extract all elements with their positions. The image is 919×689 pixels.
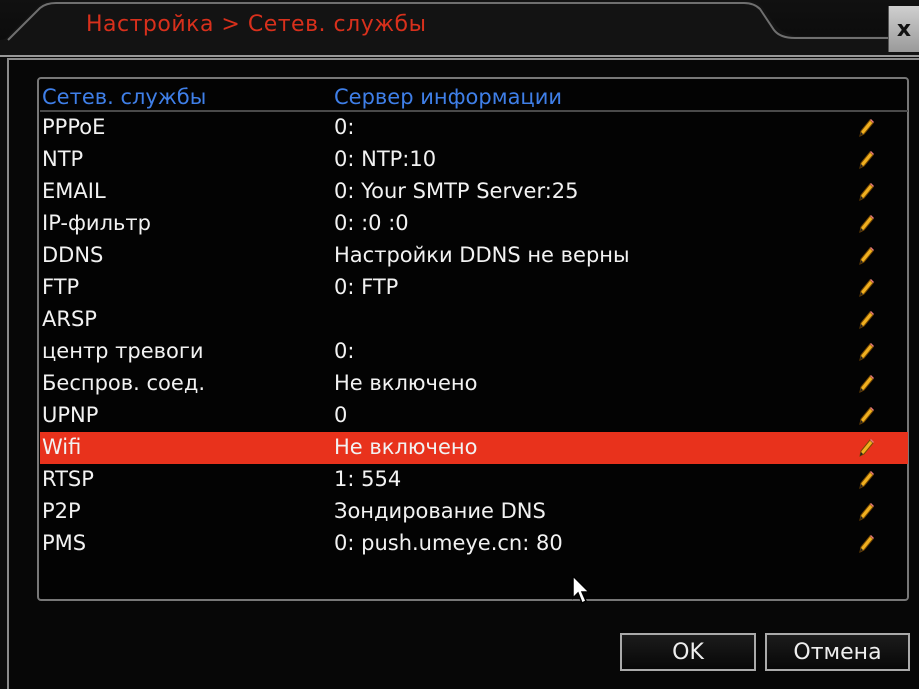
pencil-icon[interactable] (857, 502, 875, 522)
table-row[interactable]: DDNS Настройки DDNS не верны (40, 240, 908, 272)
service-name: ARSP (42, 307, 97, 331)
table-row[interactable]: NTP 0: NTP:10 (40, 144, 908, 176)
table-row[interactable]: FTP 0: FTP (40, 272, 908, 304)
service-name: FTP (42, 275, 80, 299)
cancel-button[interactable]: Отмена (765, 633, 910, 671)
service-name: центр тревоги (42, 339, 204, 363)
table-row[interactable]: центр тревоги 0: (40, 336, 908, 368)
service-name: NTP (42, 147, 84, 171)
pencil-icon[interactable] (857, 246, 875, 266)
pencil-icon[interactable] (857, 150, 875, 170)
pencil-icon[interactable] (857, 310, 875, 330)
table-row[interactable]: Беспров. соед. Не включено (40, 368, 908, 400)
pencil-icon[interactable] (857, 374, 875, 394)
service-info: 0: FTP (334, 275, 399, 299)
close-button[interactable]: x (888, 6, 919, 52)
service-name: P2P (42, 499, 81, 523)
close-icon: x (896, 16, 912, 42)
services-list: PPPoE 0: NTP 0: NTP:10 EMAIL 0: Your SMTP Ser… (40, 112, 908, 560)
table-row[interactable]: RTSP 1: 554 (40, 464, 908, 496)
table-row[interactable]: UPNP 0 (40, 400, 908, 432)
service-info: 0: NTP:10 (334, 147, 437, 171)
service-name: DDNS (42, 243, 104, 267)
service-info: 1: 554 (334, 467, 402, 491)
header-services: Сетев. службы (42, 85, 207, 109)
table-row[interactable]: PPPoE 0: (40, 112, 908, 144)
pencil-icon[interactable] (857, 118, 875, 138)
title-bar: Настройка > Сетев. службы x (0, 0, 919, 57)
table-row[interactable]: EMAIL 0: Your SMTP Server:25 (40, 176, 908, 208)
service-info: 0: (334, 115, 355, 139)
pencil-icon[interactable] (857, 278, 875, 298)
window-title: Настройка > Сетев. службы (86, 12, 427, 37)
table-row[interactable]: IP-фильтр 0: :0 :0 (40, 208, 908, 240)
pencil-icon[interactable] (857, 470, 875, 490)
pencil-icon[interactable] (857, 214, 875, 234)
service-name: Wifi (42, 435, 82, 459)
ok-button[interactable]: OK (620, 633, 756, 671)
table-row[interactable]: Wifi Не включено (40, 432, 908, 464)
service-info: Не включено (334, 371, 478, 395)
settings-window: Настройка > Сетев. службы x Сетев. служб… (0, 0, 919, 689)
pencil-icon[interactable] (857, 406, 875, 426)
table-row[interactable]: P2P Зондирование DNS (40, 496, 908, 528)
service-name: RTSP (42, 467, 94, 491)
service-name: Беспров. соед. (42, 371, 206, 395)
mouse-cursor-icon (572, 574, 591, 605)
service-info: 0: push.umeye.cn: 80 (334, 531, 563, 555)
header-server-info: Сервер информации (334, 85, 563, 109)
service-info: Не включено (334, 435, 478, 459)
service-name: EMAIL (42, 179, 106, 203)
pencil-icon[interactable] (857, 182, 875, 202)
table-row[interactable]: ARSP (40, 304, 908, 336)
service-info: Зондирование DNS (334, 499, 546, 523)
service-info: 0: Your SMTP Server:25 (334, 179, 579, 203)
service-name: PMS (42, 531, 87, 555)
service-info: 0: (334, 339, 355, 363)
list-header: Сетев. службы Сервер информации (40, 84, 908, 110)
pencil-icon[interactable] (857, 534, 875, 554)
service-name: PPPoE (42, 115, 106, 139)
service-info: 0: :0 :0 (334, 211, 409, 235)
pencil-icon[interactable] (857, 438, 875, 458)
service-info: Настройки DDNS не верны (334, 243, 630, 267)
service-name: IP-фильтр (42, 211, 151, 235)
service-info: 0 (334, 403, 348, 427)
service-name: UPNP (42, 403, 99, 427)
pencil-icon[interactable] (857, 342, 875, 362)
table-row[interactable]: PMS 0: push.umeye.cn: 80 (40, 528, 908, 560)
